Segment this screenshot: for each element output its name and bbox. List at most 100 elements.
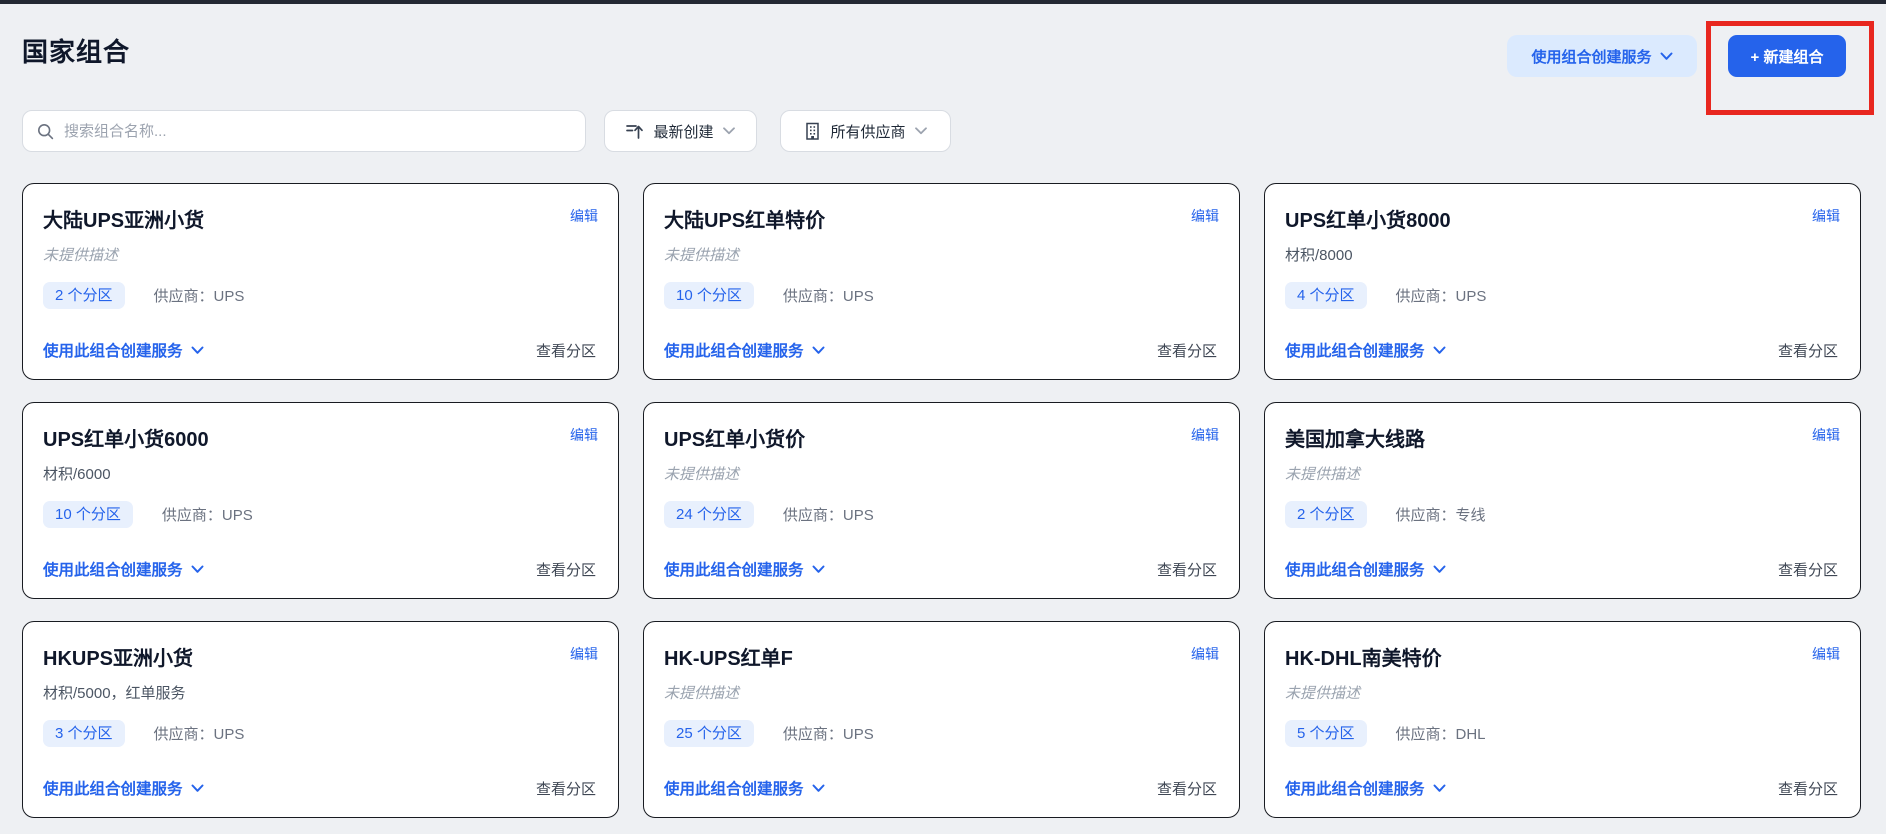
supplier-label: 供应商：DHL: [1396, 723, 1486, 744]
card-meta-row: 2 个分区 供应商：UPS: [43, 282, 596, 309]
card-title: 大陆UPS红单特价: [664, 209, 1217, 233]
use-combination-button[interactable]: 使用此组合创建服务: [664, 558, 825, 580]
edit-button[interactable]: 编辑: [570, 644, 598, 664]
edit-button[interactable]: 编辑: [1812, 425, 1840, 445]
supplier-filter-dropdown[interactable]: 所有供应商: [780, 110, 951, 152]
use-combination-button[interactable]: 使用此组合创建服务: [43, 558, 204, 580]
card-description: 未提供描述: [1285, 463, 1838, 484]
partitions-badge: 4 个分区: [1285, 282, 1367, 309]
view-partitions-button[interactable]: 查看分区: [536, 778, 596, 799]
card-description: 未提供描述: [1285, 682, 1838, 703]
supplier-label: 供应商：UPS: [1396, 285, 1487, 306]
edit-button[interactable]: 编辑: [1191, 644, 1219, 664]
use-combination-button[interactable]: 使用此组合创建服务: [1285, 339, 1446, 361]
use-combination-label: 使用此组合创建服务: [1285, 339, 1425, 361]
use-combination-button[interactable]: 使用此组合创建服务: [43, 339, 204, 361]
chevron-down-icon: [1433, 346, 1446, 355]
chevron-down-icon: [812, 346, 825, 355]
supplier-label: 供应商：UPS: [783, 504, 874, 525]
combination-card: 编辑 UPS红单小货6000 材积/6000 10 个分区 供应商：UPS 使用…: [22, 402, 619, 599]
chevron-down-icon: [812, 784, 825, 793]
card-description: 未提供描述: [664, 682, 1217, 703]
view-partitions-button[interactable]: 查看分区: [1157, 340, 1217, 361]
card-footer: 使用此组合创建服务 查看分区: [43, 558, 596, 580]
use-combination-label: 使用此组合创建服务: [43, 558, 183, 580]
use-combination-label: 使用此组合创建服务: [1285, 777, 1425, 799]
card-title: 美国加拿大线路: [1285, 428, 1838, 452]
create-service-from-combination-label: 使用组合创建服务: [1531, 46, 1651, 67]
card-title: HKUPS亚洲小货: [43, 647, 596, 671]
card-title: UPS红单小货6000: [43, 428, 596, 452]
chevron-down-icon: [915, 127, 927, 135]
view-partitions-button[interactable]: 查看分区: [1778, 340, 1838, 361]
view-partitions-button[interactable]: 查看分区: [1778, 778, 1838, 799]
card-meta-row: 24 个分区 供应商：UPS: [664, 501, 1217, 528]
top-border-bar: [0, 0, 1886, 4]
chevron-down-icon: [1433, 565, 1446, 574]
view-partitions-button[interactable]: 查看分区: [1157, 778, 1217, 799]
new-combination-button[interactable]: + 新建组合: [1728, 35, 1846, 77]
card-title: HK-UPS红单F: [664, 647, 1217, 671]
edit-button[interactable]: 编辑: [1191, 206, 1219, 226]
search-input[interactable]: [64, 123, 571, 140]
card-footer: 使用此组合创建服务 查看分区: [664, 777, 1217, 799]
supplier-filter-label: 所有供应商: [830, 121, 905, 142]
view-partitions-button[interactable]: 查看分区: [1778, 559, 1838, 580]
card-meta-row: 10 个分区 供应商：UPS: [664, 282, 1217, 309]
search-box: [22, 110, 586, 152]
edit-button[interactable]: 编辑: [570, 206, 598, 226]
use-combination-label: 使用此组合创建服务: [43, 777, 183, 799]
supplier-label: 供应商：UPS: [154, 723, 245, 744]
use-combination-button[interactable]: 使用此组合创建服务: [664, 339, 825, 361]
chevron-down-icon: [723, 127, 735, 135]
use-combination-button[interactable]: 使用此组合创建服务: [1285, 777, 1446, 799]
view-partitions-button[interactable]: 查看分区: [536, 340, 596, 361]
card-footer: 使用此组合创建服务 查看分区: [1285, 558, 1838, 580]
sort-ascending-icon: [626, 123, 644, 140]
card-meta-row: 25 个分区 供应商：UPS: [664, 720, 1217, 747]
edit-button[interactable]: 编辑: [1812, 206, 1840, 226]
search-icon: [37, 123, 54, 140]
card-description: 未提供描述: [43, 244, 596, 265]
edit-button[interactable]: 编辑: [570, 425, 598, 445]
combination-card: 编辑 美国加拿大线路 未提供描述 2 个分区 供应商：专线 使用此组合创建服务 …: [1264, 402, 1861, 599]
card-title: 大陆UPS亚洲小货: [43, 209, 596, 233]
chevron-down-icon: [1433, 784, 1446, 793]
chevron-down-icon: [191, 346, 204, 355]
card-description: 未提供描述: [664, 244, 1217, 265]
use-combination-label: 使用此组合创建服务: [664, 558, 804, 580]
partitions-badge: 10 个分区: [43, 501, 133, 528]
use-combination-button[interactable]: 使用此组合创建服务: [664, 777, 825, 799]
use-combination-button[interactable]: 使用此组合创建服务: [1285, 558, 1446, 580]
edit-button[interactable]: 编辑: [1812, 644, 1840, 664]
card-description: 材积/6000: [43, 463, 596, 484]
card-footer: 使用此组合创建服务 查看分区: [43, 777, 596, 799]
card-description: 材积/5000，红单服务: [43, 682, 596, 703]
sort-dropdown[interactable]: 最新创建: [604, 110, 757, 152]
combination-card: 编辑 大陆UPS亚洲小货 未提供描述 2 个分区 供应商：UPS 使用此组合创建…: [22, 183, 619, 380]
edit-button[interactable]: 编辑: [1191, 425, 1219, 445]
card-meta-row: 10 个分区 供应商：UPS: [43, 501, 596, 528]
card-title: HK-DHL南美特价: [1285, 647, 1838, 671]
use-combination-label: 使用此组合创建服务: [43, 339, 183, 361]
supplier-label: 供应商：UPS: [783, 723, 874, 744]
use-combination-button[interactable]: 使用此组合创建服务: [43, 777, 204, 799]
chevron-down-icon: [191, 565, 204, 574]
partitions-badge: 2 个分区: [43, 282, 125, 309]
building-icon: [804, 122, 821, 140]
card-footer: 使用此组合创建服务 查看分区: [664, 339, 1217, 361]
card-footer: 使用此组合创建服务 查看分区: [664, 558, 1217, 580]
card-description: 材积/8000: [1285, 244, 1838, 265]
combination-card: 编辑 HK-UPS红单F 未提供描述 25 个分区 供应商：UPS 使用此组合创…: [643, 621, 1240, 818]
card-meta-row: 4 个分区 供应商：UPS: [1285, 282, 1838, 309]
view-partitions-button[interactable]: 查看分区: [1157, 559, 1217, 580]
sort-selected-label: 最新创建: [653, 121, 713, 142]
partitions-badge: 3 个分区: [43, 720, 125, 747]
create-service-from-combination-button[interactable]: 使用组合创建服务: [1507, 35, 1697, 77]
card-meta-row: 2 个分区 供应商：专线: [1285, 501, 1838, 528]
view-partitions-button[interactable]: 查看分区: [536, 559, 596, 580]
combination-card: 编辑 HK-DHL南美特价 未提供描述 5 个分区 供应商：DHL 使用此组合创…: [1264, 621, 1861, 818]
card-title: UPS红单小货8000: [1285, 209, 1838, 233]
supplier-label: 供应商：专线: [1396, 504, 1486, 525]
chevron-down-icon: [191, 784, 204, 793]
